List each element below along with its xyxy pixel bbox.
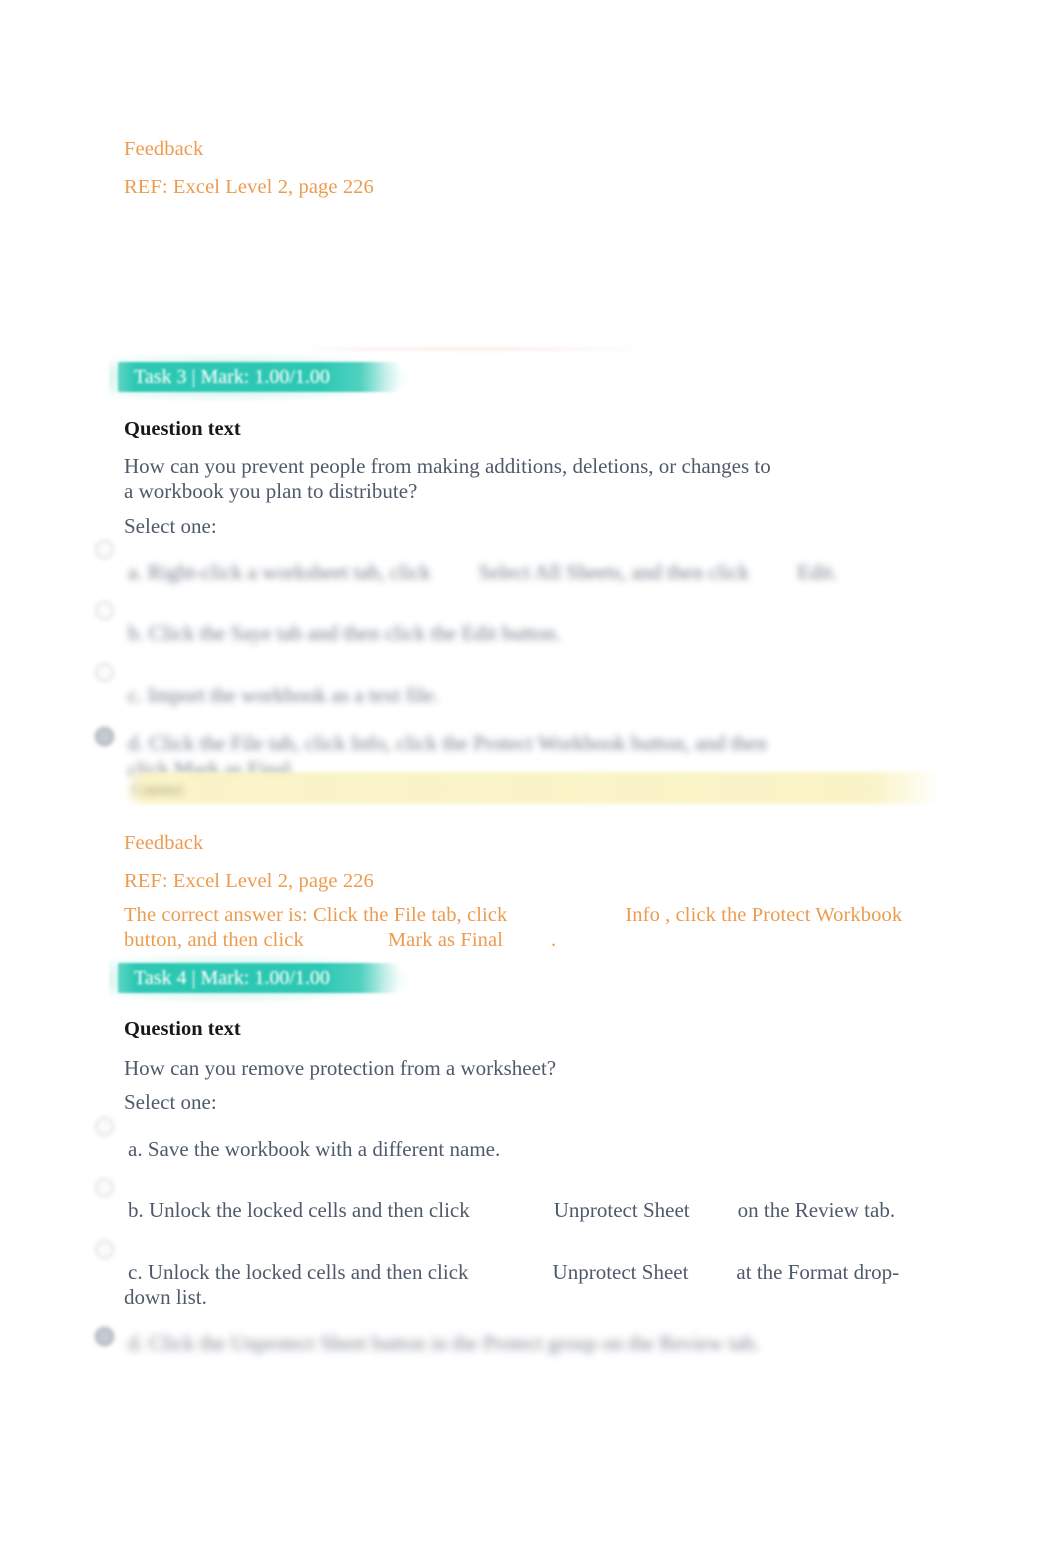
answer-text-a-tail: . (832, 560, 838, 584)
answer-text-c4-post: at the Format drop- (736, 1260, 900, 1284)
answer-text-b4-pre: b. Unlock the locked cells and then clic… (128, 1198, 470, 1222)
section-divider (300, 348, 660, 350)
correct-feedback-strip (124, 772, 938, 804)
answer-label-task-4-option-a[interactable]: a. Save the workbook with a different na… (128, 1136, 500, 1162)
radio-task-4-option-d[interactable] (95, 1327, 114, 1346)
select-one-label-task-3: Select one: (124, 514, 217, 538)
correct-answer-line2-task-3: button, and then click Mark as Final. (124, 927, 556, 953)
answer-text-a-pre: a. Right-click a worksheet tab, click (128, 560, 431, 584)
correct-feedback-label: Correct (132, 780, 183, 799)
question-body-line2-task-3: a workbook you plan to distribute? (124, 479, 418, 503)
radio-task-3-option-a[interactable] (95, 540, 114, 559)
correct-answer-b: Info , click the Protect Workbook (625, 904, 903, 926)
correct-answer-line1-task-3: The correct answer is: Click the File ta… (124, 902, 902, 928)
radio-task-4-option-a[interactable] (95, 1117, 114, 1136)
question-body-line1-task-4: How can you remove protection from a wor… (124, 1056, 557, 1080)
question-text-label-task-3: Question text (124, 418, 241, 440)
answer-text-a-post: , and then click (620, 560, 750, 584)
feedback-reference-top: REF: Excel Level 2, page 226 (124, 176, 374, 198)
answer-text-c4-mid: Unprotect Sheet (552, 1260, 689, 1284)
answer-label-task-4-option-d[interactable]: d. Click the Unprotect Sheet button in t… (128, 1330, 760, 1356)
question-body-line1-task-3: How can you prevent people from making a… (124, 454, 771, 478)
answer-text-a-mid: Select All Sheets (478, 560, 621, 584)
radio-task-3-option-b[interactable] (95, 601, 114, 620)
correct-answer-d: Mark as Final (387, 929, 503, 951)
feedback-label-top: Feedback (124, 138, 204, 160)
answer-text-d-pre: d. Click the File tab, click Info, click… (128, 731, 767, 755)
answer-text-c4-pre: c. Unlock the locked cells and then clic… (128, 1260, 469, 1284)
answer-label-task-4-option-b[interactable]: b. Unlock the locked cells and then clic… (128, 1197, 895, 1223)
select-one-label-task-4: Select one: (124, 1090, 217, 1114)
radio-task-3-option-d[interactable] (95, 727, 114, 746)
correct-answer-e: . (551, 929, 557, 951)
answer-text-a4-pre: a. Save the workbook with a different na… (128, 1137, 501, 1161)
answer-label-task-3-option-b[interactable]: b. Click the Saye tab and then click the… (128, 620, 561, 646)
answer-label-task-3-option-c[interactable]: c. Import the workbook as a text file. (128, 682, 439, 708)
answer-label-task-4-option-c[interactable]: c. Unlock the locked cells and then clic… (128, 1259, 899, 1285)
answer-text-b-pre: b. Click the Saye tab and then click the… (128, 621, 561, 645)
correct-answer-c: button, and then click (124, 929, 304, 951)
answer-text-c4-end: down list. (124, 1285, 207, 1309)
radio-task-3-option-c[interactable] (95, 663, 114, 682)
quiz-page: Feedback REF: Excel Level 2, page 226 Ta… (0, 0, 1062, 1561)
radio-task-4-option-b[interactable] (95, 1178, 114, 1197)
answer-text-a-end: Edit (797, 560, 833, 584)
answer-text-b4-post: on the Review tab. (737, 1198, 896, 1222)
task-badge-task-3: Task 3 | Mark: 1.00/1.00 (109, 354, 406, 401)
question-text-label-task-4: Question text (124, 1018, 241, 1040)
feedback-label-task-3: Feedback (124, 832, 204, 854)
correct-answer-a: The correct answer is: Click the File ta… (124, 904, 508, 926)
answer-label-task-4-option-c-line2[interactable]: down list. (124, 1284, 207, 1310)
task-badge-task-4: Task 4 | Mark: 1.00/1.00 (109, 955, 406, 1002)
answer-text-b4-mid: Unprotect Sheet (553, 1198, 690, 1222)
radio-task-4-option-c[interactable] (95, 1240, 114, 1259)
answer-label-task-3-option-a[interactable]: a. Right-click a worksheet tab, click Sel… (128, 559, 838, 585)
answer-text-d4-pre: d. Click the Unprotect Sheet button in t… (128, 1331, 760, 1355)
answer-text-c-pre: c. Import the workbook as a text file. (128, 683, 439, 707)
feedback-reference-task-3: REF: Excel Level 2, page 226 (124, 870, 374, 892)
